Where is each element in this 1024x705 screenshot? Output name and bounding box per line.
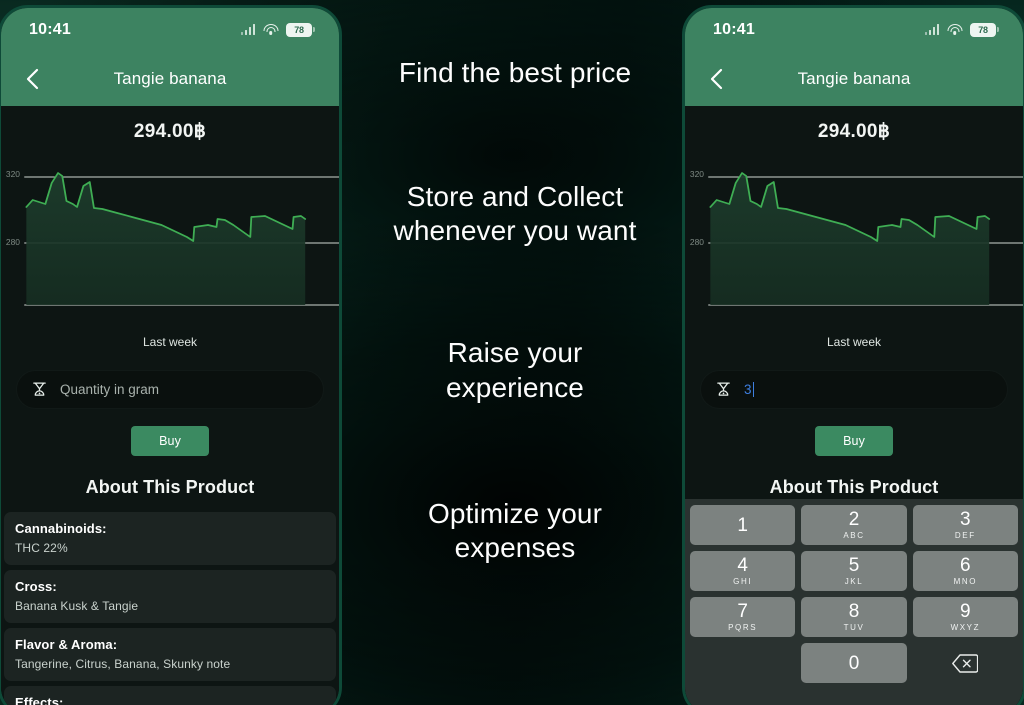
key-digit: 2 <box>848 509 860 530</box>
key-digit: 6 <box>960 555 971 576</box>
nav-bar: Tangie banana <box>685 51 1023 106</box>
about-title: About This Product <box>769 477 939 497</box>
status-bar: 10:41 78 <box>685 8 1023 51</box>
buy-button[interactable]: Buy <box>131 426 209 456</box>
key-letters: PQRS <box>728 623 758 632</box>
key-8[interactable]: 8 TUV <box>801 597 907 637</box>
quantity-value-text: 3 <box>744 382 752 397</box>
key-9[interactable]: 9 WXYZ <box>912 597 1018 637</box>
key-digit: 4 <box>737 555 748 576</box>
weight-scale-icon <box>717 382 730 396</box>
spec-value: THC 22% <box>15 541 68 555</box>
svg-text:320: 320 <box>690 170 705 179</box>
status-bar: 10:41 78 <box>1 8 339 51</box>
keypad-row: 4 GHI 5 JKL 6 MNO <box>690 551 1018 591</box>
product-content-right: 294.00฿ 320 280 Last week 3 Buy About Th… <box>685 106 1023 705</box>
spec-card: Cross: Banana Kusk & Tangie <box>4 570 336 623</box>
key-digit: 3 <box>960 509 971 530</box>
phone-mockup-left: 10:41 78 Tangie banana 294.00฿ 320 280 L… <box>0 5 342 705</box>
chevron-left-icon[interactable] <box>699 62 733 96</box>
phone-mockup-right: 10:41 78 Tangie banana 294.00฿ 320 280 L… <box>682 5 1024 705</box>
price-chart: 320 280 <box>685 155 1023 333</box>
key-6[interactable]: 6 MNO <box>912 551 1018 591</box>
key-letters: GHI <box>733 577 753 586</box>
keypad-row: 7 PQRS 8 TUV 9 WXYZ <box>690 597 1018 637</box>
buy-row: Buy <box>685 426 1023 456</box>
key-digit: 9 <box>960 601 971 622</box>
nav-bar: Tangie banana <box>1 51 339 106</box>
app-screen-left: 10:41 78 Tangie banana 294.00฿ 320 280 L… <box>1 8 339 705</box>
svg-text:320: 320 <box>6 170 21 179</box>
wifi-icon <box>947 24 962 35</box>
key-digit: 1 <box>737 514 748 536</box>
chart-caption: Last week <box>826 335 882 349</box>
key-digit: 0 <box>848 652 860 674</box>
keypad-row: 1 2 ABC 3 DEF <box>690 505 1018 545</box>
battery-percent: 78 <box>294 24 304 35</box>
key-letters: TUV <box>843 623 865 632</box>
chevron-left-icon[interactable] <box>15 62 49 96</box>
page-title: Tangie banana <box>113 68 227 88</box>
spec-value: Tangerine, Citrus, Banana, Skunky note <box>15 657 231 671</box>
status-indicators: 78 <box>924 22 999 37</box>
key-1[interactable]: 1 <box>690 505 796 545</box>
product-specs-list: Cannabinoids: THC 22% Cross: Banana Kusk… <box>1 512 339 705</box>
svg-text:280: 280 <box>690 238 705 247</box>
key-7[interactable]: 7 PQRS <box>690 597 796 637</box>
text-cursor <box>752 382 755 397</box>
keypad-spacer <box>690 643 795 683</box>
buy-button[interactable]: Buy <box>815 426 893 456</box>
key-digit: 7 <box>737 601 748 622</box>
status-time: 10:41 <box>713 20 755 38</box>
status-time: 10:41 <box>29 20 71 38</box>
key-letters: DEF <box>954 531 976 540</box>
battery-percent: 78 <box>978 24 988 35</box>
spec-value: Banana Kusk & Tangie <box>15 599 139 613</box>
status-indicators: 78 <box>240 22 315 37</box>
key-letters: ABC <box>843 531 865 540</box>
key-letters: MNO <box>953 577 978 586</box>
key-letters: JKL <box>844 577 864 586</box>
spec-card: Flavor & Aroma: Tangerine, Citrus, Banan… <box>4 628 336 681</box>
spec-label: Effects: <box>15 695 64 705</box>
numeric-keypad: 1 2 ABC 3 DEF 4 GHI 5 JKL 6 MNO 7 PQRS 8… <box>685 499 1023 705</box>
key-digit: 5 <box>848 555 860 576</box>
spec-label: Flavor & Aroma: <box>15 637 118 652</box>
key-0[interactable]: 0 <box>801 643 907 683</box>
product-price: 294.00฿ <box>133 121 207 142</box>
price-chart: 320 280 <box>1 155 339 333</box>
spec-card: Cannabinoids: THC 22% <box>4 512 336 565</box>
spec-label: Cannabinoids: <box>15 521 107 536</box>
quantity-input-right[interactable]: 3 <box>701 371 1007 408</box>
product-price: 294.00฿ <box>817 121 891 142</box>
key-letters: WXYZ <box>950 623 981 632</box>
backspace-icon[interactable] <box>913 643 1018 683</box>
battery-icon: 78 <box>286 22 315 37</box>
chart-caption: Last week <box>142 335 198 349</box>
page-title: Tangie banana <box>797 68 911 88</box>
weight-scale-icon <box>33 382 46 396</box>
key-5[interactable]: 5 JKL <box>801 551 907 591</box>
svg-text:280: 280 <box>6 238 21 247</box>
quantity-placeholder: Quantity in gram <box>60 382 160 397</box>
spec-label: Cross: <box>15 579 57 594</box>
wifi-icon <box>263 24 278 35</box>
spec-card: Effects: Talkative, happy, uplifted <box>4 686 336 705</box>
battery-icon: 78 <box>970 22 999 37</box>
key-3[interactable]: 3 DEF <box>912 505 1018 545</box>
buy-row: Buy <box>1 426 339 456</box>
app-screen-right: 10:41 78 Tangie banana 294.00฿ 320 280 L… <box>685 8 1023 705</box>
key-4[interactable]: 4 GHI <box>690 551 796 591</box>
product-content-left: 294.00฿ 320 280 Last week Quantity in gr… <box>1 106 339 705</box>
quantity-value: 3 <box>744 382 755 397</box>
signal-bars-icon <box>240 24 255 35</box>
quantity-input-left[interactable]: Quantity in gram <box>17 371 323 408</box>
key-2[interactable]: 2 ABC <box>801 505 907 545</box>
key-digit: 8 <box>848 601 860 622</box>
signal-bars-icon <box>924 24 939 35</box>
keypad-row: 0 <box>690 643 1018 683</box>
about-title: About This Product <box>85 477 255 497</box>
